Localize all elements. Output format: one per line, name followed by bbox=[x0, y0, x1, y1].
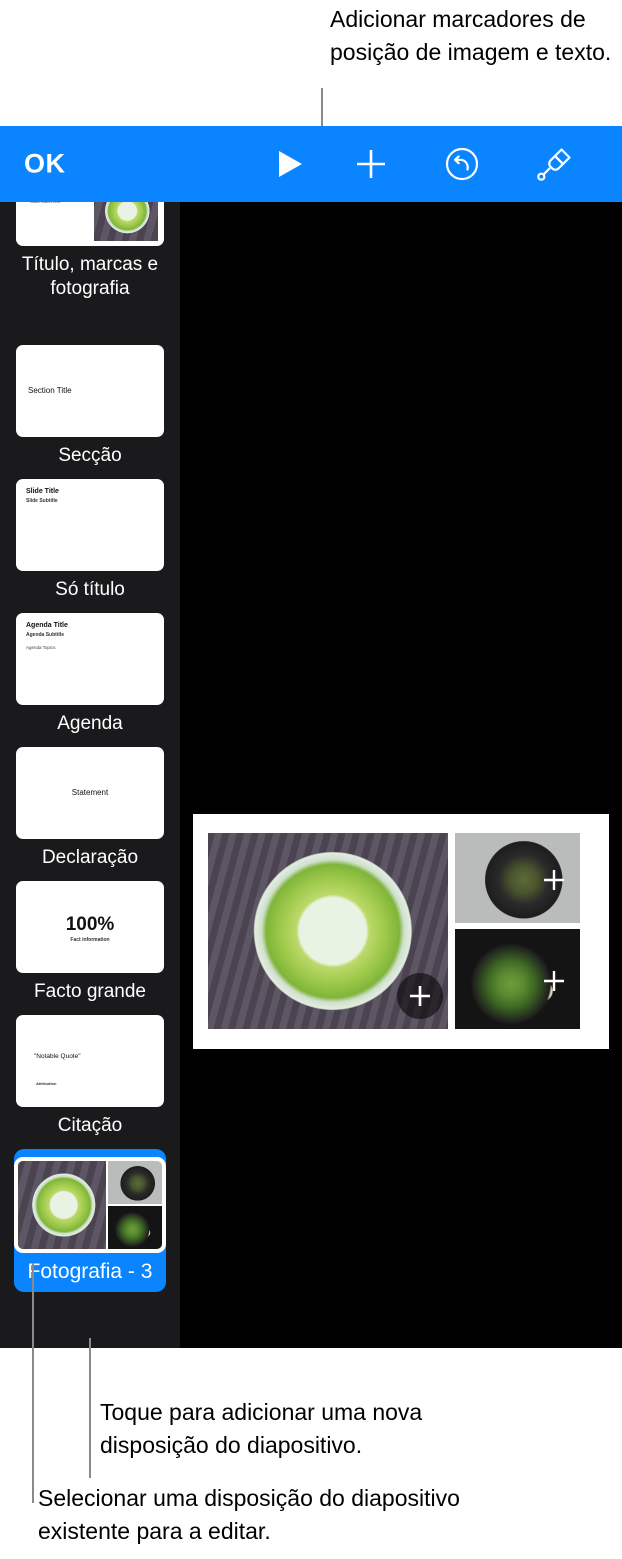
sidebar-item-label: Citação bbox=[57, 1115, 123, 1136]
callout-add-placeholders: Adicionar marcadores de posição de image… bbox=[330, 6, 612, 65]
image-placeholder-bottom-right[interactable] bbox=[455, 929, 580, 1029]
thumb-title: Slide Title bbox=[26, 488, 59, 495]
thumb-photo-top-right bbox=[108, 1161, 162, 1204]
layout-thumbnail: Slide Title Slide Subtitle bbox=[16, 479, 164, 571]
sidebar-item-label: Fotografia - 3 bbox=[27, 1260, 153, 1283]
thumb-title: Section Title bbox=[28, 386, 72, 395]
thumb-title: Agenda Title bbox=[26, 622, 68, 629]
sidebar-item-citacao[interactable]: "Notable Quote" Attribution Citação bbox=[0, 1015, 180, 1138]
leader-line-select-layout bbox=[32, 1263, 34, 1503]
thumb-subtitle: Attribution bbox=[36, 1081, 57, 1086]
slide-canvas-area[interactable] bbox=[180, 202, 622, 1348]
thumb-subtitle: Fact information bbox=[70, 937, 110, 943]
thumb-photo-bottom-right bbox=[108, 1206, 162, 1249]
plus-icon bbox=[544, 971, 564, 991]
app-window: OK Título, marcas e fotografia Section T… bbox=[0, 126, 622, 1348]
format-brush-icon[interactable] bbox=[531, 141, 577, 187]
sidebar-item-label: Título, marcas e fotografia bbox=[21, 254, 159, 299]
callout-new-layout: Toque para adicionar uma nova disposição… bbox=[100, 1399, 423, 1458]
slide-layout-sidebar[interactable]: Slide Subtitle Slide bullet text Título,… bbox=[0, 202, 180, 1348]
callout-select-layout: Selecionar uma disposição do diapositivo… bbox=[38, 1485, 460, 1544]
thumb-subtitle: Slide Subtitle bbox=[26, 498, 58, 504]
leader-line-new-layout bbox=[89, 1338, 91, 1478]
image-placeholder-main[interactable] bbox=[208, 833, 448, 1029]
layout-thumbnail: 100% Fact information bbox=[16, 881, 164, 973]
plus-icon bbox=[544, 870, 564, 890]
slide-editor[interactable] bbox=[193, 814, 609, 1049]
sidebar-item-agenda[interactable]: Agenda Title Agenda Subtitle Agenda Topi… bbox=[0, 613, 180, 736]
sidebar-item-label: Só título bbox=[55, 579, 125, 600]
add-image-badge-top-right[interactable] bbox=[537, 863, 571, 897]
image-placeholder-top-right[interactable] bbox=[455, 833, 580, 923]
layout-thumbnail: Statement bbox=[16, 747, 164, 839]
play-icon[interactable] bbox=[267, 141, 313, 187]
thumb-title: Statement bbox=[71, 788, 109, 797]
thumb-subtitle: Agenda Subtitle bbox=[26, 632, 65, 638]
sidebar-item-facto-grande[interactable]: 100% Fact information Facto grande bbox=[0, 881, 180, 1004]
thumb-photo bbox=[94, 202, 158, 241]
sidebar-item-seccao[interactable]: Section Title Secção bbox=[0, 345, 180, 468]
add-image-badge-main[interactable] bbox=[397, 973, 443, 1019]
layout-thumbnail: Section Title bbox=[16, 345, 164, 437]
ok-button[interactable]: OK bbox=[24, 149, 66, 180]
top-toolbar: OK bbox=[0, 126, 622, 202]
sidebar-item-fotografia-3[interactable]: Fotografia - 3 bbox=[14, 1149, 166, 1292]
thumb-bullet: Slide bullet text bbox=[30, 202, 61, 204]
sidebar-item-label: Agenda bbox=[57, 713, 123, 734]
add-icon[interactable] bbox=[348, 141, 394, 187]
thumb-body: Agenda Topics bbox=[26, 645, 56, 650]
sidebar-item-declaracao[interactable]: Statement Declaração bbox=[0, 747, 180, 870]
add-image-badge-bottom-right[interactable] bbox=[537, 964, 571, 998]
sidebar-item-titulo-marcas-fotografia[interactable]: Slide Subtitle Slide bullet text Título,… bbox=[0, 202, 180, 301]
sidebar-item-label: Declaração bbox=[41, 847, 139, 868]
thumb-title: 100% bbox=[65, 914, 115, 935]
sidebar-item-label: Secção bbox=[58, 445, 122, 466]
layout-thumbnail: Slide Subtitle Slide bullet text bbox=[16, 202, 164, 246]
sidebar-item-so-titulo[interactable]: Slide Title Slide Subtitle Só título bbox=[0, 479, 180, 602]
thumb-title: "Notable Quote" bbox=[34, 1053, 81, 1060]
undo-icon[interactable] bbox=[439, 141, 485, 187]
thumb-photo-main bbox=[18, 1161, 106, 1249]
layout-thumbnail: Agenda Title Agenda Subtitle Agenda Topi… bbox=[16, 613, 164, 705]
layout-thumbnail: "Notable Quote" Attribution bbox=[16, 1015, 164, 1107]
sidebar-item-label: Facto grande bbox=[34, 981, 146, 1002]
plus-icon bbox=[410, 986, 430, 1006]
layout-thumbnail bbox=[14, 1157, 166, 1253]
